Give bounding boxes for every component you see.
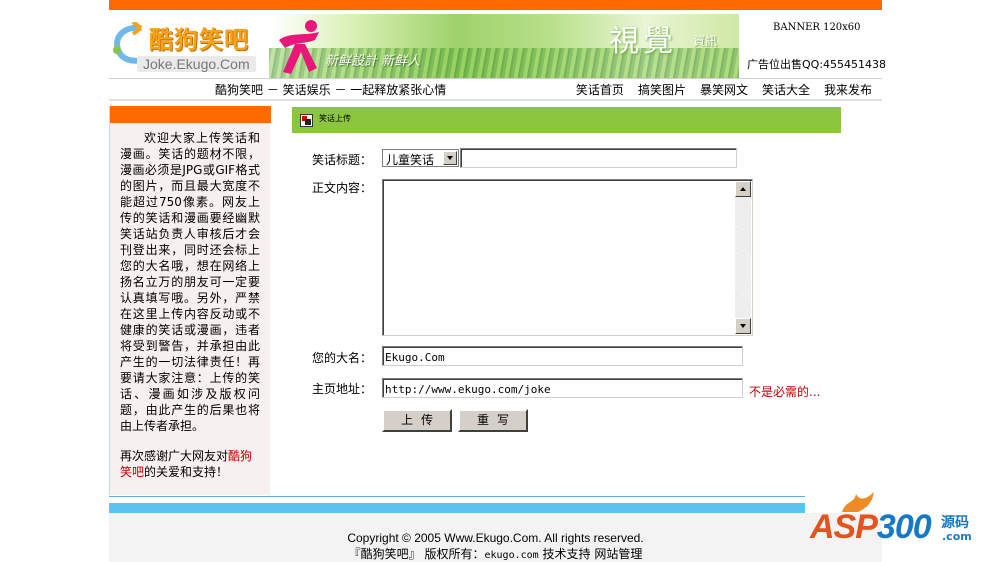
footer-links: 『酷狗笑吧』 版权所有：ekugo.com 技术支持 网站管理 — [109, 545, 882, 562]
content-scrollbar[interactable] — [735, 181, 751, 334]
category-selected: 儿童笑话 — [386, 153, 435, 167]
nav-link-home[interactable]: 笑话首页 — [576, 81, 624, 98]
nav-slogan: 酷狗笑吧 － 笑话娱乐 － 一起释放紧张心情 — [215, 83, 447, 97]
watermark-cn: 源码 — [941, 515, 969, 531]
header-banner: 新鲜設計 新鲜人 視覺 資訊 — [269, 14, 739, 78]
watermark-brand-a: ASP — [810, 508, 878, 546]
homepage-input[interactable] — [382, 378, 743, 398]
thanks-prefix: 再次感谢广大网友对 — [120, 449, 229, 463]
nav-link-articles[interactable]: 暴笑网文 — [700, 81, 748, 98]
content-textarea[interactable] — [382, 179, 753, 336]
logo-url: Joke.Ekugo.Com — [137, 56, 256, 72]
name-label: 您的大名： — [312, 351, 373, 365]
watermark-brand-b: 300 — [876, 508, 932, 546]
title-input[interactable] — [460, 148, 737, 168]
nav-bar: 酷狗笑吧 － 笑话娱乐 － 一起释放紧张心情 笑话首页 搞笑图片 暴笑网文 笑话… — [109, 78, 882, 98]
section-header: 笑话上传 — [292, 106, 841, 133]
section-title: 笑话上传 — [319, 114, 351, 123]
watermark-com: .com — [942, 530, 972, 543]
header: 酷狗笑吧 Joke.Ekugo.Com 新鲜設計 新鲜人 視覺 資訊 BANNE… — [109, 14, 886, 78]
nav-links: 笑话首页 搞笑图片 暴笑网文 笑话大全 我来发布 — [576, 81, 872, 98]
nav-link-jokes[interactable]: 笑话大全 — [762, 81, 810, 98]
ad-box[interactable]: BANNER 120x60 广告位出售QQ:455451438 — [739, 14, 886, 78]
sidebar-header-bar — [110, 106, 271, 123]
footer-admin-link[interactable]: 网站管理 — [594, 547, 642, 561]
nav-divider — [109, 99, 882, 101]
watermark-brand: ASP300 — [810, 508, 932, 547]
nav-link-publish[interactable]: 我来发布 — [824, 81, 872, 98]
sidebar: 欢迎大家上传笑话和漫画。笑话的题材不限，漫画必须是JPG或GIF格式的图片，而且… — [109, 106, 271, 495]
content-label: 正文内容： — [312, 181, 373, 195]
logo-title: 酷狗笑吧 — [149, 26, 249, 54]
footer-divider — [109, 496, 805, 497]
scroll-up-icon[interactable] — [735, 181, 751, 197]
upload-section-icon — [300, 114, 313, 127]
banner-small-text: 資訊 — [693, 34, 718, 48]
dancing-figure-icon — [279, 20, 319, 74]
site-logo[interactable]: 酷狗笑吧 Joke.Ekugo.Com — [109, 14, 269, 78]
footer: Copyright © 2005 Www.Ekugo.Com. All righ… — [109, 513, 882, 562]
homepage-hint: 不是必需的... — [749, 385, 821, 399]
page: 酷狗笑吧 Joke.Ekugo.Com 新鲜設計 新鲜人 視覺 資訊 BANNE… — [109, 0, 886, 562]
nav-link-funny-pictures[interactable]: 搞笑图片 — [638, 81, 686, 98]
banner-slogan: 新鲜設計 新鲜人 — [325, 54, 421, 69]
asp300-watermark: ASP300 源码 .com — [808, 490, 978, 550]
title-label: 笑话标题： — [312, 153, 373, 167]
thanks-suffix: 的关爱和支持！ — [144, 465, 229, 479]
footer-domain-link[interactable]: ekugo.com — [484, 550, 538, 561]
upload-button[interactable]: 上传 — [382, 409, 452, 432]
name-input[interactable] — [382, 346, 743, 366]
footer-support-link[interactable]: 技术支持 — [543, 547, 591, 561]
ad-banner-size: BANNER 120x60 — [773, 22, 861, 33]
reset-button[interactable]: 重写 — [458, 409, 528, 432]
sidebar-notice: 欢迎大家上传笑话和漫画。笑话的题材不限，漫画必须是JPG或GIF格式的图片，而且… — [120, 131, 260, 433]
chevron-down-icon[interactable] — [443, 151, 457, 165]
category-select[interactable]: 儿童笑话 — [382, 149, 459, 167]
scroll-down-icon[interactable] — [735, 318, 751, 334]
top-orange-bar — [109, 0, 882, 10]
footer-site-name: 『酷狗笑吧』 — [348, 547, 421, 561]
ad-contact: 广告位出售QQ:455451438 — [747, 58, 887, 71]
footer-blue-bar — [109, 503, 805, 513]
copyright: Copyright © 2005 Www.Ekugo.Com. All righ… — [347, 531, 644, 545]
homepage-label: 主页地址： — [312, 382, 373, 396]
footer-rights: 版权所有： — [424, 547, 485, 561]
banner-big-text: 視覺 — [609, 24, 677, 59]
sidebar-thanks: 再次感谢广大网友对酷狗笑吧的关爱和支持！ — [110, 434, 270, 480]
